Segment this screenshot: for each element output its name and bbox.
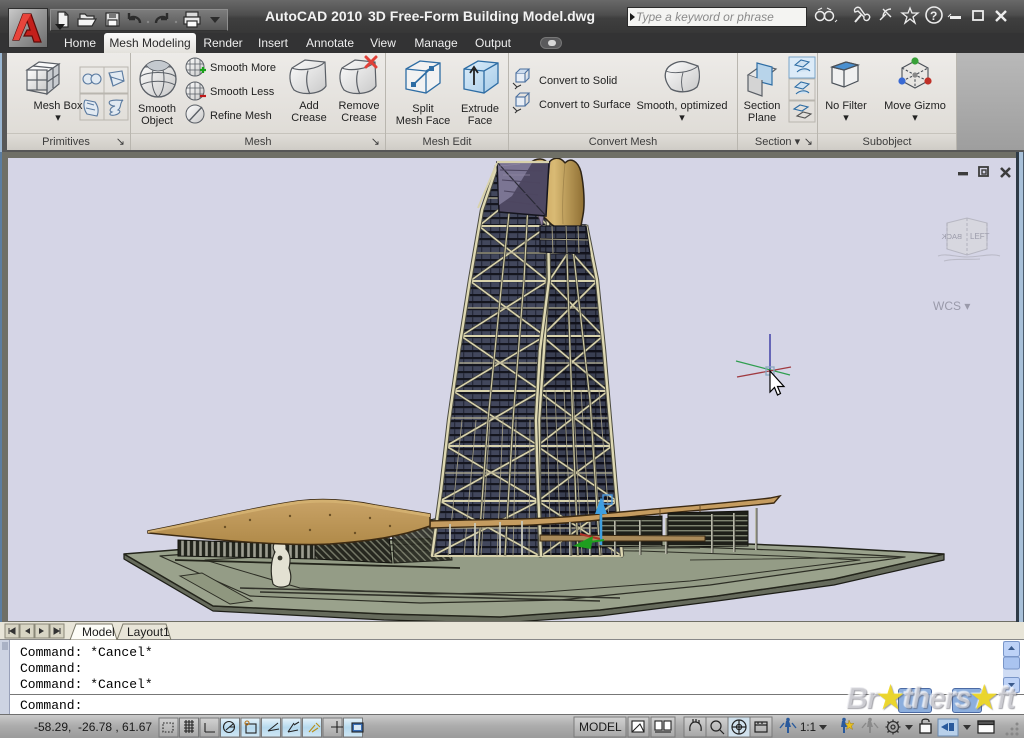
svg-text:Layout1: Layout1 bbox=[127, 625, 170, 639]
svg-text:Model: Model bbox=[82, 625, 115, 639]
svg-text:LEFT: LEFT bbox=[970, 232, 990, 241]
svg-text:BACK: BACK bbox=[942, 232, 962, 241]
svg-text:?: ? bbox=[930, 9, 937, 23]
svg-text:1:1: 1:1 bbox=[800, 722, 816, 734]
svg-text:MODEL: MODEL bbox=[579, 720, 622, 734]
